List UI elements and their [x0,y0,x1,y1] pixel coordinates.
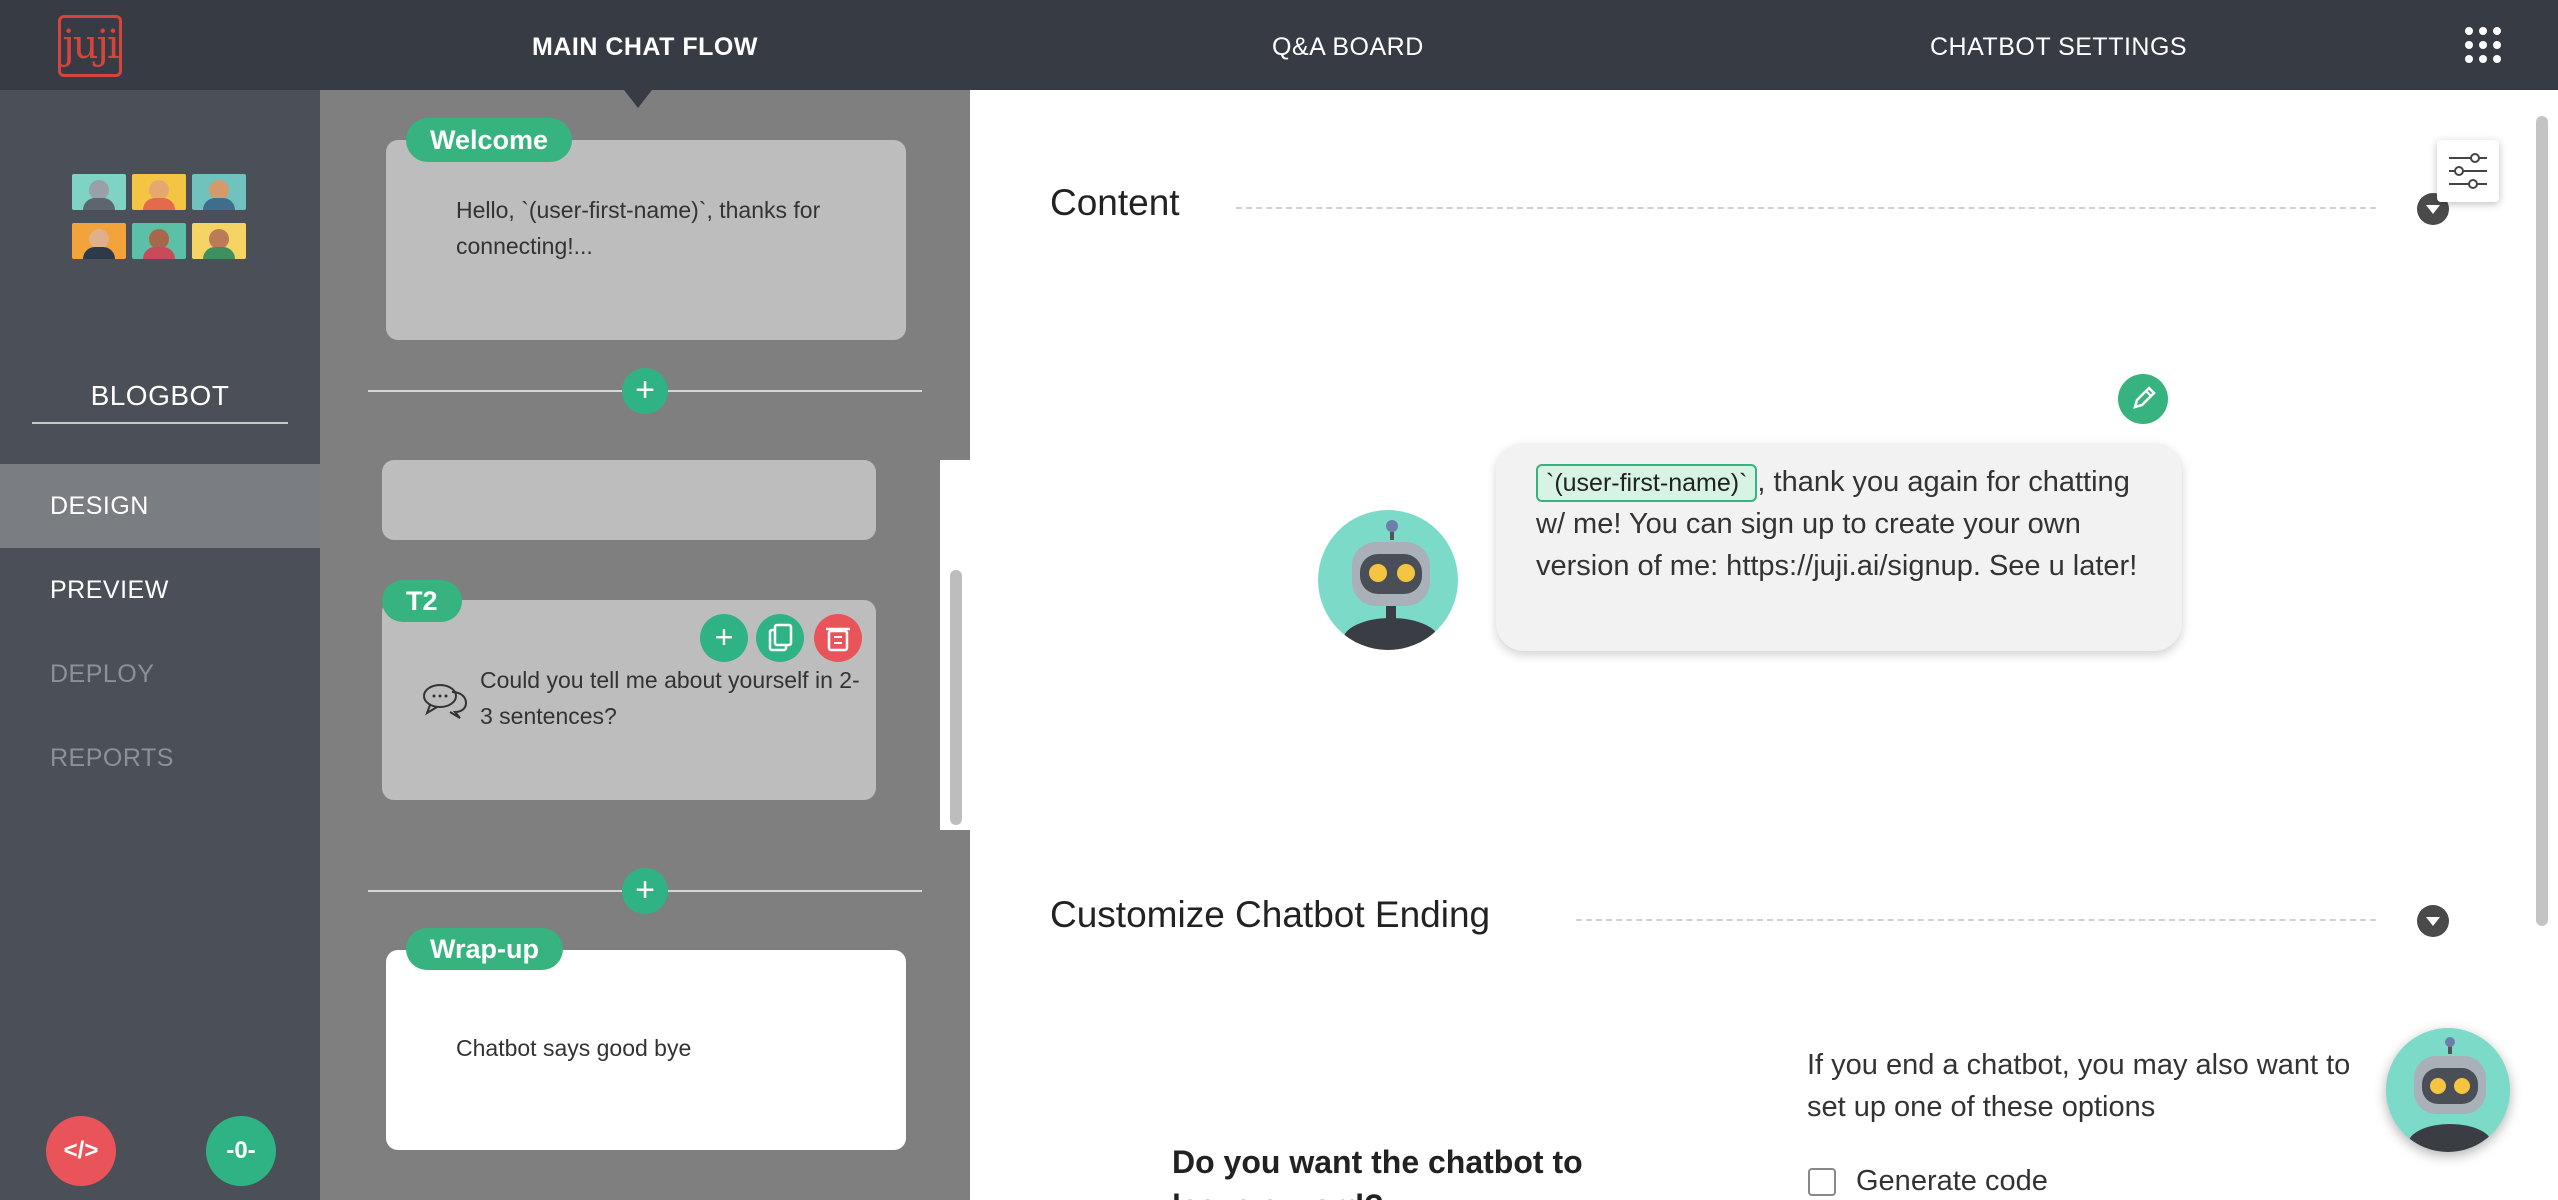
left-sidebar: BLOGBOT DESIGN PREVIEW DEPLOY REPORTS </… [0,90,320,1200]
juji-logo[interactable]: juji [58,15,122,77]
ending-section-title: Customize Chatbot Ending [1050,894,1491,935]
welcome-topic-card[interactable]: Hello, `(user-first-name)`, thanks for c… [386,140,906,340]
wrapup-tag: Wrap-up [406,928,563,970]
avatar [72,174,126,210]
copy-icon[interactable] [756,614,804,662]
grid-apps-icon[interactable] [2465,27,2501,63]
wrapup-card-text: Chatbot says good bye [456,1035,692,1061]
pencil-icon[interactable] [2118,374,2168,424]
tab-main-chat-flow[interactable]: MAIN CHAT FLOW [532,0,758,90]
main-scrollbar[interactable] [2536,116,2548,926]
section-divider [1576,919,2376,921]
avatar [72,223,126,259]
chatbot-launcher-icon[interactable] [2386,1028,2510,1152]
avatar [132,174,186,210]
bot-avatar [1318,510,1458,650]
sidebar-item-preview[interactable]: PREVIEW [0,548,320,632]
wrapup-topic-card[interactable]: Chatbot says good bye [386,950,906,1150]
user-first-name-variable[interactable]: `(user-first-name)` [1536,464,1758,502]
leave-word-question: Do you want the chatbot to leave a word? [1172,1144,1583,1200]
generate-code-label: Generate code [1856,1165,2048,1197]
content-section-title: Content [1050,182,1180,223]
chat-bubbles-icon [423,684,468,719]
embed-code-button[interactable]: </> [46,1116,116,1186]
section-divider [1236,207,2376,209]
active-tab-pointer [624,90,652,108]
sidebar-item-design[interactable]: DESIGN [0,464,320,548]
t2-card-text: Could you tell me about yourself in 2-3 … [480,667,860,729]
bot-name: BLOGBOT [32,380,288,424]
avatar [192,223,246,259]
sliders-icon[interactable] [2437,140,2499,202]
chat-flow-column: Hello, `(user-first-name)`, thanks for c… [320,90,970,1200]
status-button[interactable]: -0- [206,1116,276,1186]
flow-scrollbar-thumb[interactable] [950,570,962,825]
add-button[interactable]: + [700,614,748,662]
generate-code-checkbox[interactable] [1808,1168,1836,1196]
avatar [192,174,246,210]
sidebar-item-deploy[interactable]: DEPLOY [0,632,320,716]
add-topic-button[interactable]: + [622,868,668,914]
topic-card-partial[interactable] [382,460,876,540]
chevron-down-icon[interactable] [2417,905,2449,937]
t2-tag: T2 [382,580,462,622]
bot-avatar-grid [72,174,248,266]
add-topic-button[interactable]: + [622,368,668,414]
bot-message-bubble[interactable]: `(user-first-name)`, thank you again for… [1496,443,2182,651]
tab-chatbot-settings[interactable]: CHATBOT SETTINGS [1930,0,2187,90]
sidebar-item-reports[interactable]: REPORTS [0,716,320,800]
ending-options-hint: If you end a chatbot, you may also want … [1807,1049,2351,1123]
tab-qa-board[interactable]: Q&A BOARD [1272,0,1424,90]
top-bar: juji MAIN CHAT FLOW Q&A BOARD CHATBOT SE… [0,0,2558,90]
avatar [132,223,186,259]
welcome-card-text: Hello, `(user-first-name)`, thanks for c… [456,197,821,259]
welcome-tag: Welcome [406,118,573,162]
delete-icon[interactable] [814,614,862,662]
